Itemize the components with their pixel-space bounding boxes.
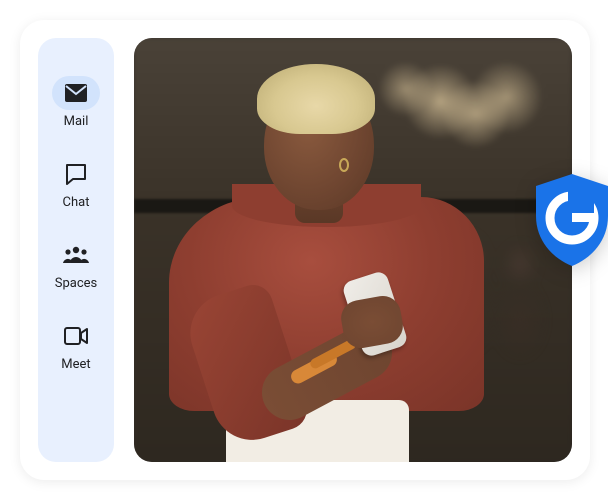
- google-shield-badge: [530, 172, 608, 268]
- meet-icon: [64, 327, 88, 345]
- spaces-icon-wrap: [52, 238, 100, 272]
- hero-photo: [134, 38, 572, 462]
- mail-icon: [65, 84, 87, 102]
- sidebar-item-label: Chat: [63, 195, 90, 210]
- spaces-icon: [63, 245, 89, 265]
- sidebar-item-label: Meet: [61, 357, 90, 372]
- app-card: Mail Chat Spaces: [20, 20, 590, 480]
- sidebar-item-mail[interactable]: Mail: [52, 76, 100, 129]
- sidebar: Mail Chat Spaces: [38, 38, 114, 462]
- chat-icon-wrap: [52, 157, 100, 191]
- google-shield-icon: [530, 172, 608, 268]
- sidebar-item-spaces[interactable]: Spaces: [52, 238, 100, 291]
- sidebar-item-chat[interactable]: Chat: [52, 157, 100, 210]
- meet-icon-wrap: [52, 319, 100, 353]
- chat-icon: [65, 163, 87, 185]
- sidebar-item-meet[interactable]: Meet: [52, 319, 100, 372]
- photo-scene: [134, 38, 572, 462]
- sidebar-item-label: Mail: [64, 114, 89, 129]
- mail-icon-wrap: [52, 76, 100, 110]
- sidebar-item-label: Spaces: [55, 276, 98, 291]
